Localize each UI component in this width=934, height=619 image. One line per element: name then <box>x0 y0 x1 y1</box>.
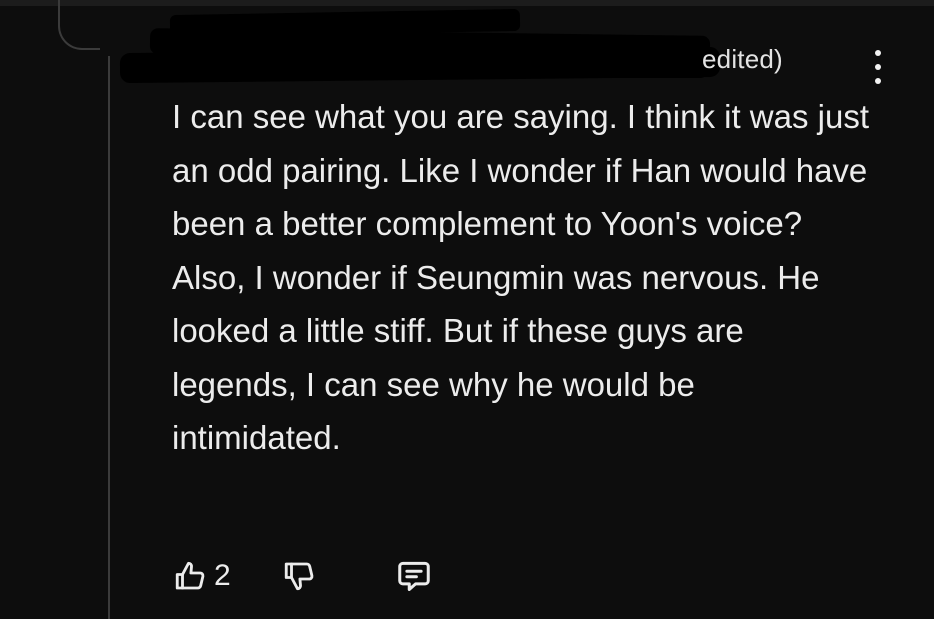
reply-button[interactable] <box>395 557 433 595</box>
redaction-mark <box>560 44 710 78</box>
thread-line <box>108 56 110 619</box>
kebab-icon[interactable] <box>866 50 890 84</box>
thumbs-up-icon <box>172 558 208 594</box>
reply-icon <box>395 557 433 595</box>
edited-label: edited) <box>702 44 783 74</box>
thumbs-down-icon <box>281 558 317 594</box>
comment-body: I can see what you are saying. I think i… <box>172 98 870 456</box>
upvote-count: 2 <box>214 559 231 592</box>
upvote-button[interactable]: 2 <box>172 558 231 594</box>
top-bar <box>0 0 934 6</box>
downvote-button[interactable] <box>281 558 317 594</box>
comment-actions: 2 <box>172 556 433 596</box>
thread-curve <box>58 0 100 50</box>
